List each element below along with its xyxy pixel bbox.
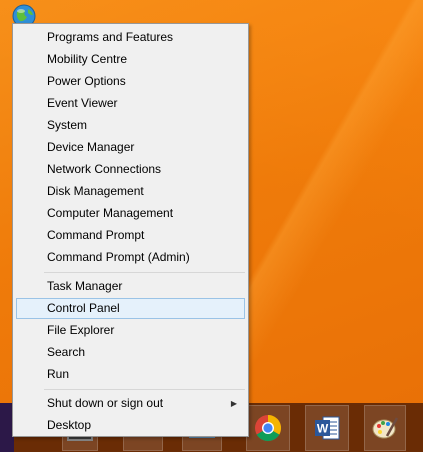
menu-item-control-panel[interactable]: Control Panel — [16, 298, 245, 319]
menu-separator — [44, 272, 245, 273]
menu-item-programs-and-features[interactable]: Programs and Features — [16, 27, 245, 48]
menu-item-mobility-centre[interactable]: Mobility Centre — [16, 49, 245, 70]
chrome-icon — [255, 414, 282, 442]
menu-item-disk-management[interactable]: Disk Management — [16, 181, 245, 202]
menu-item-label: Shut down or sign out — [47, 396, 164, 410]
menu-item-shut-down-or-sign-out[interactable]: Shut down or sign out ▶ — [16, 393, 245, 414]
submenu-arrow-icon: ▶ — [230, 399, 237, 408]
word-letter: W — [317, 422, 329, 436]
menu-item-search[interactable]: Search — [16, 342, 245, 363]
menu-item-event-viewer[interactable]: Event Viewer — [16, 93, 245, 114]
menu-item-command-prompt[interactable]: Command Prompt — [16, 225, 245, 246]
menu-item-system[interactable]: System — [16, 115, 245, 136]
menu-item-command-prompt-admin[interactable]: Command Prompt (Admin) — [16, 247, 245, 268]
taskbar-chrome-button[interactable] — [246, 405, 290, 451]
winx-context-menu: Programs and Features Mobility Centre Po… — [12, 23, 249, 437]
menu-item-desktop[interactable]: Desktop — [16, 415, 245, 436]
menu-item-power-options[interactable]: Power Options — [16, 71, 245, 92]
word-icon: W — [315, 416, 340, 440]
paint-icon — [372, 417, 399, 439]
taskbar-paint-button[interactable] — [364, 405, 406, 451]
taskbar-word-button[interactable]: W — [305, 405, 349, 451]
menu-item-task-manager[interactable]: Task Manager — [16, 276, 245, 297]
menu-separator — [44, 389, 245, 390]
menu-item-computer-management[interactable]: Computer Management — [16, 203, 245, 224]
menu-item-network-connections[interactable]: Network Connections — [16, 159, 245, 180]
menu-item-file-explorer[interactable]: File Explorer — [16, 320, 245, 341]
menu-item-device-manager[interactable]: Device Manager — [16, 137, 245, 158]
menu-item-run[interactable]: Run — [16, 364, 245, 385]
